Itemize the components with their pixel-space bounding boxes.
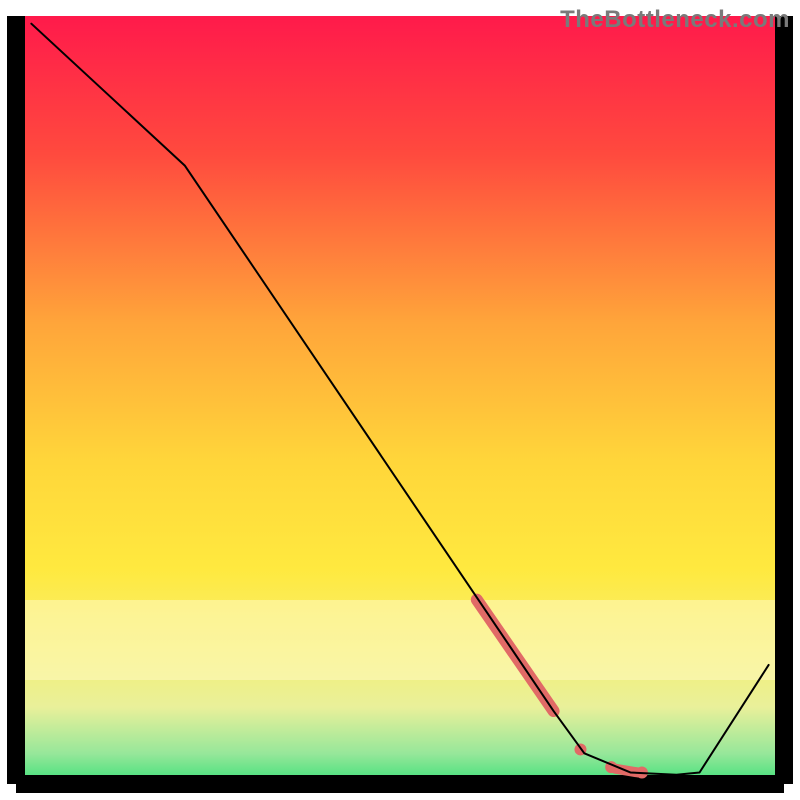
pale-band [16, 600, 784, 680]
chart-container: TheBottleneck.com [0, 0, 800, 800]
bottleneck-chart [0, 0, 800, 800]
attribution-label: TheBottleneck.com [560, 6, 790, 34]
